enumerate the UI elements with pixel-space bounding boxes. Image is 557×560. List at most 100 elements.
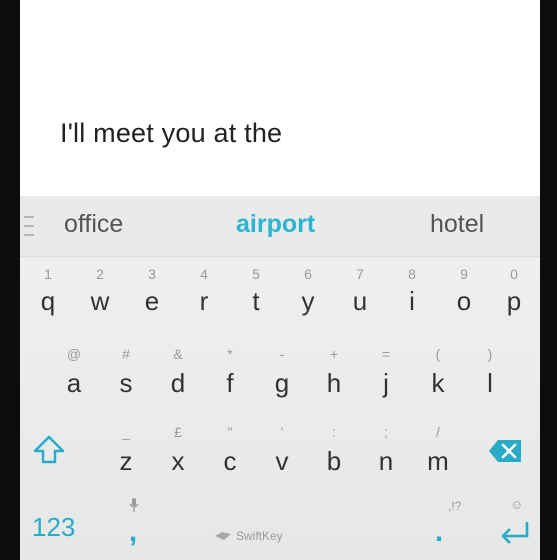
key-label: q <box>40 286 56 316</box>
key-label: v <box>275 446 289 476</box>
key-label: u <box>352 286 368 316</box>
key-hint: @ <box>66 346 82 362</box>
key-hint: 1 <box>44 266 52 282</box>
menu-handle-icon[interactable] <box>24 216 34 236</box>
key-t[interactable]: 5 t <box>230 267 282 323</box>
prediction-center[interactable]: airport <box>236 210 315 239</box>
enter-key[interactable] <box>498 519 534 551</box>
key-hint: 6 <box>304 266 312 282</box>
key-hint: 7 <box>356 266 364 282</box>
key-m[interactable]: / m <box>412 425 464 481</box>
key-u[interactable]: 7 u <box>334 267 386 323</box>
key-i[interactable]: 8 i <box>386 267 438 323</box>
key-h[interactable]: + h <box>308 347 360 403</box>
period-key[interactable]: . <box>424 515 454 549</box>
key-label: i <box>409 286 415 316</box>
key-hint: 3 <box>148 266 156 282</box>
key-label: t <box>252 286 260 316</box>
backspace-key[interactable] <box>488 437 528 469</box>
key-label: m <box>427 446 449 476</box>
key-q[interactable]: 1 q <box>22 267 74 323</box>
prediction-right[interactable]: hotel <box>430 210 484 239</box>
key-w[interactable]: 2 w <box>74 267 126 323</box>
key-hint: 4 <box>200 266 208 282</box>
key-y[interactable]: 6 y <box>282 267 334 323</box>
key-c[interactable]: " c <box>204 425 256 481</box>
punctuation-hint: ,!? <box>448 499 462 513</box>
key-label: l <box>487 368 493 398</box>
key-label: k <box>431 368 445 398</box>
key-g[interactable]: - g <box>256 347 308 403</box>
key-label: e <box>144 286 160 316</box>
keyboard: 1 q 2 w 3 e 4 r 5 t 6 y 7 u 8 i 9 o 0 p … <box>20 257 540 560</box>
key-label: r <box>199 286 209 316</box>
key-hint: 5 <box>252 266 260 282</box>
key-v[interactable]: ' v <box>256 425 308 481</box>
key-p[interactable]: 0 p <box>488 267 540 323</box>
key-hint: 8 <box>408 266 416 282</box>
compose-area[interactable]: I'll meet you at the <box>20 0 540 196</box>
key-d[interactable]: & d <box>152 347 204 403</box>
key-hint: 0 <box>510 266 518 282</box>
key-l[interactable]: ) l <box>464 347 516 403</box>
key-f[interactable]: * f <box>204 347 256 403</box>
key-hint: ' <box>280 424 284 440</box>
key-a[interactable]: @ a <box>48 347 100 403</box>
key-label: w <box>90 286 110 316</box>
key-label: f <box>226 368 234 398</box>
key-label: x <box>171 446 185 476</box>
key-hint: + <box>329 346 339 362</box>
key-label: c <box>223 446 237 476</box>
prediction-left[interactable]: office <box>64 210 123 239</box>
space-bar-label: SwiftKey <box>236 529 283 543</box>
key-label: p <box>506 286 522 316</box>
key-hint: - <box>279 346 285 362</box>
key-x[interactable]: £ x <box>152 425 204 481</box>
key-label: z <box>119 446 133 476</box>
key-hint: 2 <box>96 266 104 282</box>
key-label: y <box>301 286 315 316</box>
prediction-bar: office airport hotel <box>20 196 540 257</box>
key-hint: 9 <box>460 266 468 282</box>
key-label: h <box>326 368 342 398</box>
key-n[interactable]: ; n <box>360 425 412 481</box>
key-b[interactable]: : b <box>308 425 360 481</box>
phone-screen: I'll meet you at the office airport hote… <box>20 0 540 560</box>
key-label: d <box>170 368 186 398</box>
swiftkey-logo-icon <box>215 532 231 540</box>
key-label: s <box>119 368 133 398</box>
key-label: n <box>378 446 394 476</box>
compose-text[interactable]: I'll meet you at the <box>60 118 282 149</box>
key-k[interactable]: ( k <box>412 347 464 403</box>
key-hint: " <box>227 424 233 440</box>
key-s[interactable]: # s <box>100 347 152 403</box>
shift-icon <box>33 435 65 464</box>
key-r[interactable]: 4 r <box>178 267 230 323</box>
emoji-hint: ☺ <box>510 497 524 512</box>
shift-key[interactable] <box>32 433 72 473</box>
numbers-key[interactable]: 123 <box>32 512 75 543</box>
key-hint: * <box>227 346 233 362</box>
comma-key[interactable]: , <box>118 515 148 549</box>
key-hint: ( <box>435 346 441 362</box>
key-j[interactable]: = j <box>360 347 412 403</box>
key-label: a <box>66 368 82 398</box>
backspace-icon <box>489 440 521 462</box>
key-label: b <box>326 446 342 476</box>
key-z[interactable]: _ z <box>100 425 152 481</box>
key-hint: & <box>173 346 183 362</box>
key-hint: £ <box>174 424 182 440</box>
key-hint: # <box>122 346 130 362</box>
key-hint: ) <box>487 346 493 362</box>
key-hint: ; <box>384 424 388 440</box>
key-e[interactable]: 3 e <box>126 267 178 323</box>
key-hint: / <box>436 424 440 440</box>
key-hint: : <box>332 424 336 440</box>
key-label: j <box>383 368 389 398</box>
key-o[interactable]: 9 o <box>438 267 490 323</box>
key-label: g <box>274 368 290 398</box>
space-bar[interactable]: SwiftKey <box>170 515 400 555</box>
key-label: o <box>456 286 472 316</box>
key-hint: = <box>381 346 391 362</box>
enter-icon <box>501 522 529 544</box>
